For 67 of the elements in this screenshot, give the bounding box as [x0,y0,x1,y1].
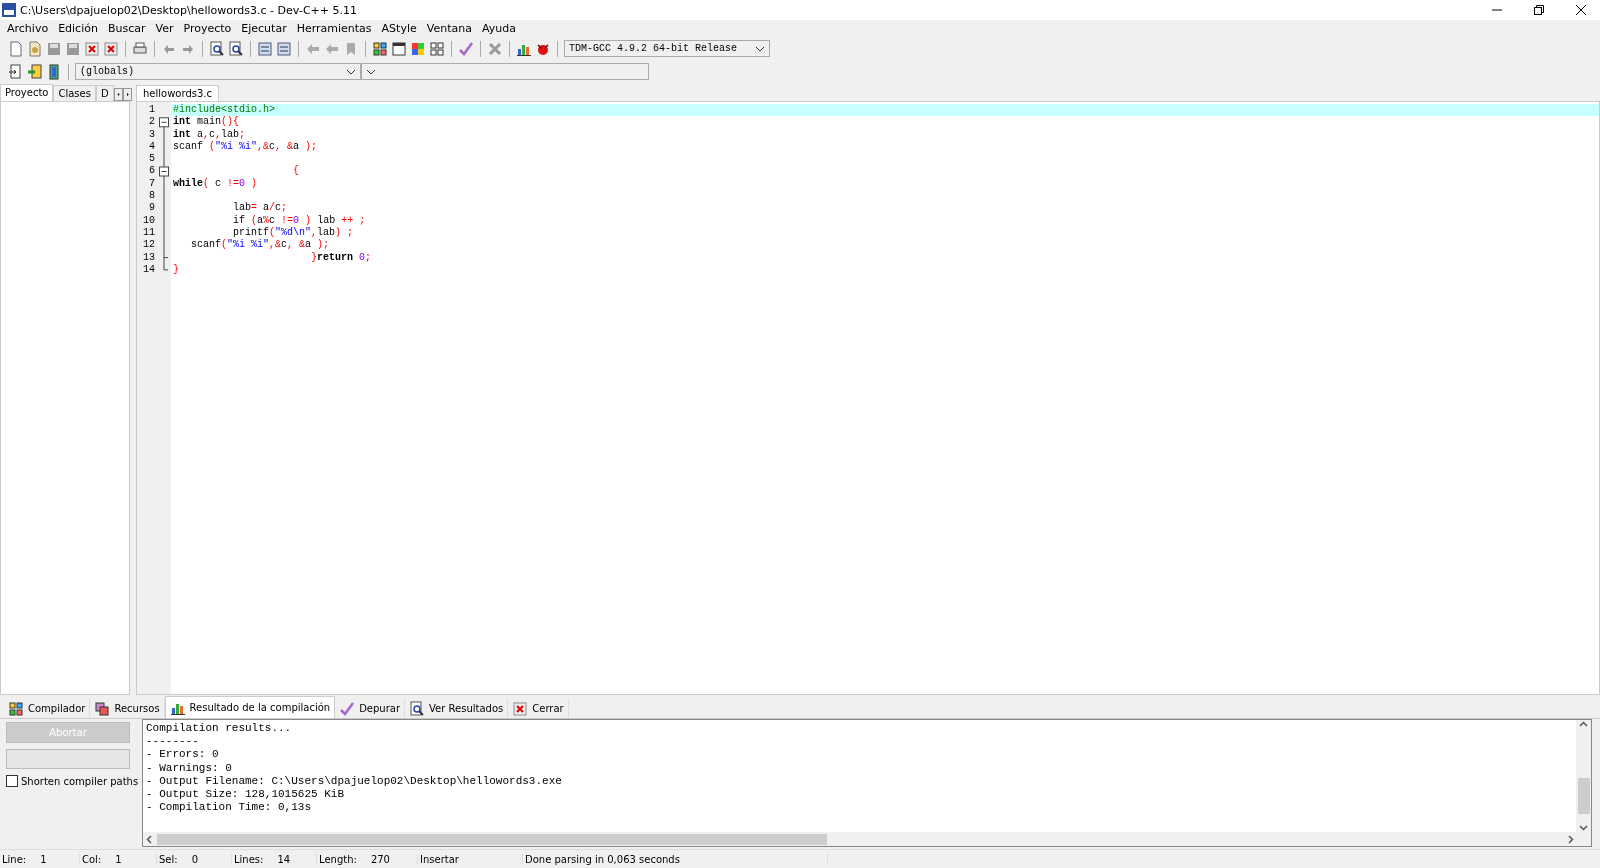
log-line: - Compilation Time: 0,13s [146,801,313,815]
status-label: Lines: [234,853,264,865]
menu-item[interactable]: Edición [53,22,103,35]
window-title: C:\Users\dpajuelop02\Desktop\hellowords3.c - Dev-C++ 5.11 [20,3,358,17]
line-number: 9 [148,202,155,215]
menu-item[interactable]: Proyecto [178,22,237,35]
line-number: 5 [148,153,155,166]
line-number: 12 [142,239,155,252]
line-number: 4 [148,140,155,154]
menu-item[interactable]: Ventana [421,22,477,35]
menu-item[interactable]: Ver [150,22,179,35]
line-number: 1 [148,104,155,117]
status-value: 14 [277,853,291,865]
output-tab[interactable]: Cerrar [508,699,569,718]
line-number: 6 [148,165,155,178]
line-number: 2 [148,116,155,129]
menu-item[interactable]: Ayuda [476,22,521,35]
code-line: int a,c,lab; [172,128,247,141]
menu-item[interactable]: AStyle [376,22,422,35]
status-label: Length: [319,853,357,865]
log-line: -------- [146,735,200,749]
status-value: 1 [40,853,47,865]
menu-item[interactable]: Buscar [102,22,151,35]
output-tab[interactable]: Ver Resultados [405,699,509,718]
compiler-dropdown[interactable]: TDM-GCC 4.9.2 64-bit Release [564,40,770,57]
line-number: 7 [148,177,155,191]
line-number: 11 [142,226,155,240]
code-line: if (a%c !=0 ) lab ++ ; [232,214,367,227]
status-value: Insertar [420,853,459,865]
menu-item[interactable]: Archivo [2,22,54,35]
menu-item[interactable]: Ejecutar [236,22,292,35]
status-value: 1 [115,853,122,865]
status-label: Sel: [159,853,178,865]
line-number: 3 [148,128,155,141]
log-line: - Errors: 0 [146,748,220,762]
code-line: int main(){ [172,116,241,129]
status-value: 0 [191,853,199,865]
panel-tab[interactable]: Clases [53,85,96,101]
log-line: - Warnings: 0 [146,761,233,775]
code-line: { [292,165,301,178]
status-value: Done parsing in 0,063 seconds [525,853,680,865]
line-number: 8 [148,190,155,203]
status-label: Line: [2,853,27,865]
menu-item[interactable]: Herramientas [291,22,377,35]
output-tab[interactable]: Recursos [90,699,165,718]
status-value: 270 [370,853,390,865]
code-line: }return 0; [310,251,373,264]
code-line: while( c !=0 ) [172,177,259,191]
log-line: - Output Filename: C:\Users\dpajuelop02\Desktop\hellowords3.exe [146,774,563,788]
line-number: 13 [142,251,155,264]
status-label: Col: [82,853,102,865]
log-line: Compilation results... [146,722,293,736]
panel-tab[interactable]: Proyecto [0,84,54,101]
code-line: lab= a/c; [232,202,289,215]
output-tab[interactable]: Resultado de la compilación [164,696,336,718]
checkbox-label: Shorten compiler paths [21,775,139,787]
code-line: scanf("%i %i",&c, &a ); [190,239,331,252]
output-tab[interactable]: Depurar [335,699,406,718]
scope-dropdown[interactable]: (globals) [75,63,361,80]
code-line: printf("%d\n",lab) ; [232,226,355,239]
line-number: 10 [142,214,155,227]
line-number: 14 [142,263,155,277]
code-line: scanf ("%i %i",&c, &a ); [172,140,319,154]
code-line: } [172,263,180,277]
output-tab[interactable]: Compilador [4,699,91,718]
log-line: - Output Size: 128,1015625 KiB [146,787,346,802]
file-tab[interactable]: hellowords3.c [136,85,219,101]
